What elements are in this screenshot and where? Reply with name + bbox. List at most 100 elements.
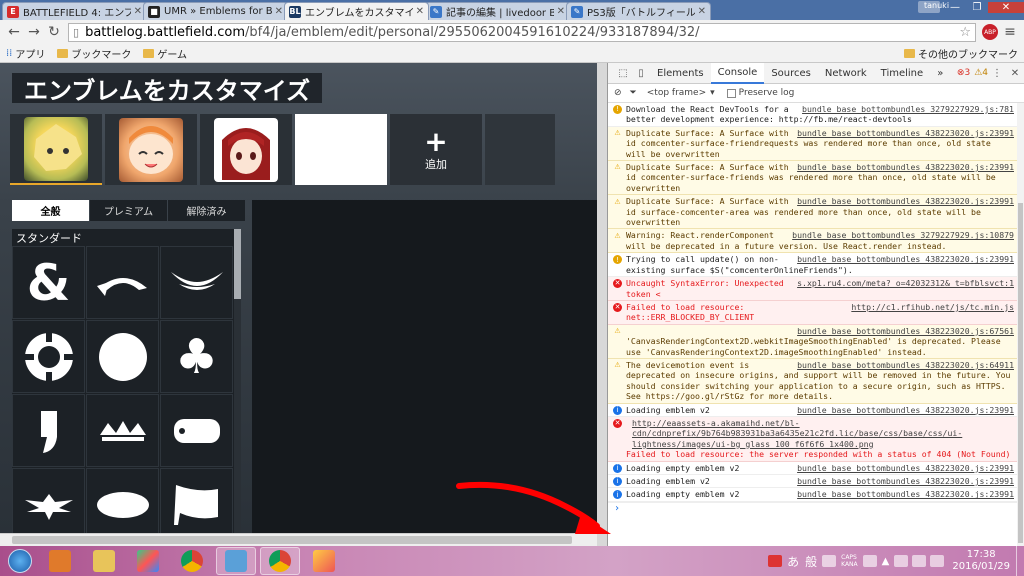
tab-close-icon[interactable]: ✕	[275, 6, 283, 17]
shape-tile[interactable]	[160, 394, 233, 467]
bookmark-folder[interactable]: ブックマーク	[57, 46, 131, 61]
dropdown-arrow-icon[interactable]: ▾	[710, 88, 715, 98]
tab-console[interactable]: Console	[710, 62, 765, 84]
clear-console-icon[interactable]: ⊘	[614, 88, 622, 98]
source-link[interactable]: bundle base bottombundles 438223020.js:2…	[797, 128, 1014, 138]
taskbar-app[interactable]	[128, 547, 168, 575]
forward-arrow-icon[interactable]: →	[24, 22, 44, 42]
shape-tile[interactable]	[86, 394, 159, 467]
source-link[interactable]: bundle base bottombundles 3279227929.js:…	[792, 230, 1014, 240]
tray-expand-icon[interactable]: ▲	[882, 556, 890, 567]
address-bar[interactable]: ▯ battlelog.battlefield.com/bf4/ja/emble…	[68, 22, 976, 42]
browser-tab[interactable]: ✎ 記事の編集 | livedoor Bl ✕	[425, 2, 570, 20]
error-count-badge[interactable]: ⊗3	[957, 68, 970, 78]
adblock-plus-icon[interactable]: ABP	[982, 24, 998, 40]
start-button[interactable]	[4, 547, 36, 575]
bookmark-apps[interactable]: ⁞⁞ アプリ	[6, 46, 45, 61]
scrollbar-thumb[interactable]	[12, 536, 572, 544]
emblem-slot-empty[interactable]	[485, 114, 555, 185]
volume-icon[interactable]	[930, 555, 945, 567]
chrome-menu-icon[interactable]: ≡	[1000, 22, 1020, 42]
shape-tile[interactable]	[86, 246, 159, 319]
scrollbar-thumb[interactable]	[234, 229, 241, 299]
emblem-slot[interactable]	[105, 114, 197, 185]
tab-premium[interactable]: プレミアム	[90, 200, 167, 221]
shape-tile[interactable]: &	[12, 246, 85, 319]
filter-icon[interactable]: ⏷	[630, 88, 637, 98]
checkbox[interactable]	[726, 88, 736, 98]
source-link[interactable]: bundle base bottombundles 438223020.js:2…	[797, 405, 1014, 415]
source-link[interactable]: s.xp1.ru4.com/meta? o=42032312& t=bfblsv…	[797, 278, 1014, 288]
ime-tool-icon[interactable]	[822, 555, 837, 567]
preserve-log-toggle[interactable]: Preserve log	[726, 88, 794, 98]
shape-picker-scrollbar[interactable]	[234, 229, 241, 533]
devtools-menu-icon[interactable]: ⋮	[988, 68, 1006, 79]
console-scrollbar[interactable]	[1017, 103, 1024, 546]
taskbar-app[interactable]	[216, 547, 256, 575]
tab-timeline[interactable]: Timeline	[874, 63, 931, 84]
warning-count-badge[interactable]: ⚠4	[974, 68, 988, 78]
more-tabs-icon[interactable]: »	[930, 63, 950, 84]
source-link[interactable]: bundle base bottombundles 438223020.js:2…	[797, 196, 1014, 206]
emblem-slot[interactable]	[200, 114, 292, 185]
taskbar-app[interactable]	[304, 547, 344, 575]
taskbar-clock[interactable]: 17:38 2016/01/29	[952, 549, 1010, 573]
network-icon[interactable]	[912, 555, 927, 567]
source-link[interactable]: bundle base bottombundles 438223020.js:6…	[797, 326, 1014, 336]
bookmark-folder[interactable]: ゲーム	[143, 46, 187, 61]
page-horizontal-scrollbar[interactable]	[0, 533, 597, 546]
shape-tile[interactable]	[86, 468, 159, 533]
browser-tab[interactable]: ■ UMR » Emblems for Ba ✕	[143, 2, 288, 20]
other-bookmarks[interactable]: その他のブックマーク	[904, 46, 1018, 61]
devtools-close-icon[interactable]: ✕	[1006, 68, 1024, 79]
scrollbar-thumb[interactable]	[1018, 203, 1023, 543]
tab-close-icon[interactable]: ✕	[416, 6, 424, 17]
shape-tile[interactable]	[160, 246, 233, 319]
browser-tab[interactable]: ✎ PS3版「バトルフィールド ✕	[566, 2, 711, 20]
emblem-canvas[interactable]	[252, 200, 597, 533]
ime-options-icon[interactable]	[862, 555, 877, 567]
ime-hiragana[interactable]: あ	[784, 553, 802, 570]
bookmark-star-icon[interactable]: ☆	[959, 25, 971, 40]
frame-selector[interactable]: <top frame>	[647, 88, 706, 98]
tab-network[interactable]: Network	[818, 63, 874, 84]
tab-close-icon[interactable]: ✕	[698, 6, 706, 17]
window-close-icon[interactable]: ✕	[988, 1, 1024, 13]
shape-tile[interactable]	[86, 320, 159, 393]
emblem-slot[interactable]	[10, 114, 102, 185]
console-prompt-input[interactable]: ›	[608, 501, 1018, 516]
shape-tile[interactable]	[12, 468, 85, 533]
profile-button[interactable]: tanuki	[918, 1, 949, 13]
source-link[interactable]: bundle base bottombundles 3279227929.js:…	[802, 104, 1014, 114]
taskbar-app[interactable]	[84, 547, 124, 575]
source-link[interactable]: http://eaassets-a.akamaihd.net/bl-cdn/cd…	[632, 418, 1014, 449]
shape-tile[interactable]: ♣	[160, 320, 233, 393]
ime-mode[interactable]: 般	[802, 553, 820, 570]
tab-close-icon[interactable]: ✕	[557, 6, 565, 17]
source-link[interactable]: bundle base bottombundles 438223020.js:2…	[797, 463, 1014, 473]
shape-tile[interactable]	[12, 320, 85, 393]
source-link[interactable]: bundle base bottombundles 438223020.js:2…	[797, 489, 1014, 499]
inspect-element-icon[interactable]: ⬚	[614, 68, 632, 79]
taskbar-app[interactable]	[260, 547, 300, 575]
reload-icon[interactable]: ↻	[44, 22, 64, 42]
tab-sources[interactable]: Sources	[764, 63, 818, 84]
browser-tab-active[interactable]: BL エンブレムをカスタマイズ ✕	[284, 2, 429, 20]
restore-icon[interactable]: ❐	[966, 2, 988, 13]
browser-tab[interactable]: E BATTLEFIELD 4: エンブ ✕	[2, 2, 147, 20]
show-desktop-button[interactable]	[1016, 546, 1024, 576]
taskbar-app[interactable]	[172, 547, 212, 575]
tab-close-icon[interactable]: ✕	[134, 6, 142, 17]
source-link[interactable]: http://c1.rfihub.net/js/tc.min.js	[851, 302, 1014, 312]
taskbar-app[interactable]	[40, 547, 80, 575]
source-link[interactable]: bundle base bottombundles 438223020.js:2…	[797, 162, 1014, 172]
flag-icon[interactable]	[894, 555, 909, 567]
device-mode-icon[interactable]: ▯	[632, 68, 650, 79]
back-arrow-icon[interactable]: ←	[4, 22, 24, 42]
emblem-slot-selected-blank[interactable]	[295, 114, 387, 185]
source-link[interactable]: bundle base bottombundles 438223020.js:2…	[797, 476, 1014, 486]
add-emblem-button[interactable]: + 追加	[390, 114, 482, 185]
source-link[interactable]: bundle base bottombundles 438223020.js:6…	[797, 360, 1014, 370]
devtools-splitter[interactable]	[597, 63, 607, 546]
minimize-icon[interactable]: —	[944, 2, 966, 13]
